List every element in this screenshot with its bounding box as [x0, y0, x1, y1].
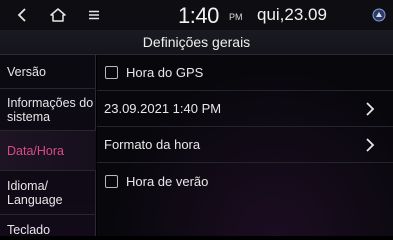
- clock-ampm: PM: [229, 12, 243, 22]
- sidebar-item-system-info[interactable]: Informações do sistema: [0, 89, 96, 131]
- clock-date: qui,23.09: [257, 5, 327, 24]
- dst-label: Hora de verão: [126, 173, 209, 189]
- chevron-right-icon: [366, 101, 375, 116]
- sidebar-item-label: Idioma/ Language: [7, 178, 63, 207]
- sidebar: Versão Informações do sistema Data/Hora …: [0, 55, 96, 237]
- time-format-label: Formato da hora: [104, 137, 201, 152]
- settings-panel: Hora do GPS 23.09.2021 1:40 PM Formato d…: [97, 55, 393, 236]
- chevron-right-icon: [366, 137, 375, 152]
- dst-checkbox[interactable]: [105, 174, 118, 188]
- clock-time: 1:40: [178, 3, 219, 28]
- sidebar-item-label: Data/Hora: [7, 143, 64, 158]
- sidebar-item-label: Versão: [7, 64, 46, 79]
- chevron-left-icon: [17, 8, 26, 22]
- sidebar-item-date-time[interactable]: Data/Hora: [0, 131, 96, 171]
- status-bar: 1:40 PM qui,23.09: [0, 0, 393, 30]
- date-time-row[interactable]: 23.09.2021 1:40 PM: [97, 91, 393, 127]
- sidebar-item-label: Teclado: [7, 223, 51, 237]
- time-format-row[interactable]: Formato da hora: [97, 127, 393, 163]
- gps-time-label: Hora do GPS: [126, 65, 204, 80]
- date-time-value: 23.09.2021 1:40 PM: [104, 101, 222, 116]
- sidebar-item-label: Informações do sistema: [7, 95, 94, 124]
- menu-button[interactable]: [83, 4, 105, 26]
- back-button[interactable]: [11, 4, 33, 26]
- home-button[interactable]: [47, 4, 69, 26]
- page-title: Definições gerais: [142, 34, 251, 50]
- gps-time-row[interactable]: Hora do GPS: [97, 55, 393, 91]
- title-bar: Definições gerais: [0, 30, 393, 55]
- signal-icon: [372, 8, 386, 22]
- home-icon: [50, 8, 66, 22]
- sidebar-item-version[interactable]: Versão: [0, 55, 96, 89]
- menu-icon: [89, 10, 99, 20]
- sidebar-item-keyboard[interactable]: Teclado: [0, 215, 96, 240]
- sidebar-item-language[interactable]: Idioma/ Language: [0, 171, 96, 215]
- dst-row[interactable]: Hora de verão: [97, 163, 393, 199]
- gps-time-checkbox[interactable]: [105, 66, 118, 79]
